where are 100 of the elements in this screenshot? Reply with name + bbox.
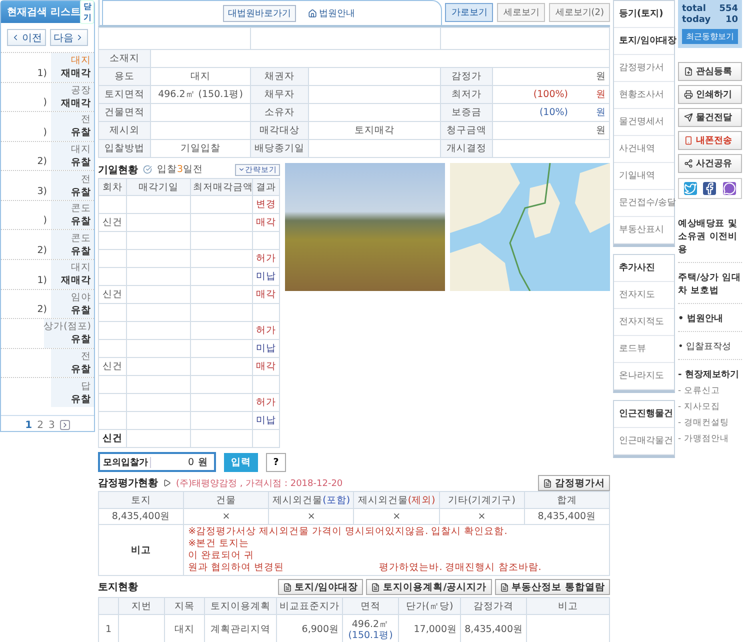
view-button[interactable]: 가로보기	[445, 3, 494, 22]
nav-link[interactable]: 물건명세서	[614, 109, 674, 136]
link-button[interactable]: 법원안내	[304, 6, 359, 20]
next-page-icon[interactable]	[60, 420, 70, 430]
case-number: 2)	[37, 304, 47, 316]
report-link[interactable]: - 오류신고	[678, 385, 742, 397]
side-link[interactable]: 예상배당표 및 소유권 이전비용	[678, 213, 742, 263]
unit-text: 원	[198, 456, 208, 468]
document-button[interactable]: 토지이용계획/공시지가	[366, 579, 492, 595]
nav-link[interactable]: 등기(토지)	[614, 1, 674, 28]
appraisal-doc-button[interactable]: 감정평가서	[538, 475, 610, 491]
table-cell: 배당종기일	[250, 140, 308, 158]
nav-link[interactable]: 온나라지도	[614, 363, 674, 390]
nav-link[interactable]: 사건내역	[614, 136, 674, 163]
nav-link[interactable]: 토지/임야대장	[614, 28, 674, 55]
action-button[interactable]: 인쇄하기	[678, 85, 742, 104]
document-button[interactable]: 부동산정보 통합열람	[494, 579, 610, 595]
table-cell: 대지	[164, 614, 204, 642]
case-number: )	[43, 97, 47, 108]
table-cell: 신건	[98, 286, 126, 304]
action-button[interactable]: 관심등록	[678, 62, 742, 81]
nav-link[interactable]: 전자지도	[614, 282, 674, 309]
table-cell: 기일입찰	[150, 140, 250, 158]
action-button[interactable]: 내폰전송	[678, 131, 742, 150]
search-result-item[interactable]: 답 유찰	[1, 377, 94, 407]
action-button[interactable]: 사건공유	[678, 154, 742, 173]
percent-text: (10%)	[539, 107, 568, 118]
search-result-item[interactable]: 전 유찰	[1, 348, 94, 378]
report-link[interactable]: - 지사모집	[678, 401, 742, 413]
view-button[interactable]: 세로보기(2)	[549, 3, 610, 22]
auction-status: 재매각	[61, 96, 91, 110]
side-link[interactable]: 주택/상가 임대차 보호법	[678, 267, 742, 304]
column-header: 매각기일	[126, 178, 190, 196]
help-button[interactable]: ?	[266, 452, 286, 472]
page-link[interactable]: 1	[25, 420, 32, 431]
recent-trends-button[interactable]: 최근동향보기	[682, 29, 738, 44]
property-type: 전	[81, 350, 91, 364]
side-link[interactable]: • 법원안내	[678, 308, 742, 332]
case-number: 1)	[37, 68, 47, 79]
table-cell: 6,900원	[276, 614, 342, 642]
search-result-item[interactable]: ) 콘도 유찰	[1, 200, 94, 230]
stat-value: 554	[719, 4, 738, 14]
nav-link[interactable]: 현황조사서	[614, 82, 674, 109]
previous-button[interactable]: 이전	[7, 29, 46, 46]
nav-link[interactable]: 기일내역	[614, 163, 674, 190]
next-button[interactable]: 다음	[50, 29, 88, 46]
close-button[interactable]: 닫기	[80, 0, 94, 24]
nav-link[interactable]: 전자지적도	[614, 309, 674, 336]
table-cell: 소유자	[250, 104, 308, 122]
property-type: 콘도	[71, 202, 91, 216]
document-icon	[500, 582, 509, 592]
chat-bubble-icon[interactable]	[722, 182, 736, 195]
link-button[interactable]: 대법원바로가기	[223, 4, 296, 22]
search-result-item[interactable]: 1) 대지 재매각	[1, 52, 94, 82]
search-result-item[interactable]: ) 전 유찰	[1, 111, 94, 141]
report-link[interactable]: - 가맹점안내	[678, 433, 742, 445]
printer-icon	[684, 90, 693, 99]
case-number: 1)	[37, 274, 47, 286]
bid-input-field[interactable]: 0	[150, 456, 196, 468]
nav-link[interactable]: 감정평가서	[614, 55, 674, 82]
document-icon	[371, 582, 380, 592]
search-result-item[interactable]: ) 공장 재매각	[1, 82, 94, 112]
table-cell: 감정가	[440, 68, 492, 86]
document-button[interactable]: 토지/임야대장	[278, 579, 364, 595]
remark-text: 원과 협의하여 변경된	[188, 562, 284, 574]
report-link[interactable]: - 경매컨설팅	[678, 417, 742, 429]
table-cell: 입찰방법	[98, 140, 150, 158]
check-circle-icon	[143, 165, 152, 174]
page-link[interactable]: 3	[48, 420, 55, 431]
column-header: 면적	[342, 598, 398, 614]
table-cell: 토지매각	[308, 122, 440, 140]
column-header: 합계	[524, 492, 610, 508]
nav-link[interactable]: 인근매각물건	[614, 428, 674, 455]
nav-link[interactable]: 인근진행물건	[614, 401, 674, 428]
column-header: 지목	[164, 598, 204, 614]
facebook-icon[interactable]	[703, 182, 716, 195]
page-link[interactable]: 2	[37, 420, 44, 431]
side-link[interactable]: • 입찰표작성	[678, 336, 742, 360]
unit-text: 원	[596, 107, 606, 118]
property-type: 답	[81, 380, 91, 393]
nav-link[interactable]: 로드뷰	[614, 336, 674, 363]
twitter-icon[interactable]	[684, 182, 698, 195]
column-header: 회차	[98, 178, 126, 196]
search-result-item[interactable]: 2) 대지 유찰	[1, 140, 94, 170]
search-result-item[interactable]: 2) 임야 유찰	[1, 288, 94, 318]
search-result-item[interactable]: 상가(점포) 유찰	[1, 318, 94, 348]
nav-link[interactable]: 추가사진	[614, 255, 674, 282]
search-result-item[interactable]: 3) 전 유찰	[1, 170, 94, 200]
table-cell: 비고	[98, 524, 184, 576]
action-button[interactable]: 물건전달	[678, 108, 742, 127]
table-cell: 보증금	[440, 104, 492, 122]
search-result-item[interactable]: 2) 콘도 유찰	[1, 229, 94, 260]
remark-text: ※감정평가서상 제시외건물 가격이 명시되어있지않음. 입찰시 확인요함.	[188, 526, 508, 538]
search-result-item[interactable]: 1) 대지 재매각	[1, 259, 94, 289]
table-cell: 미납	[252, 268, 280, 286]
nav-link[interactable]: 부동산표시	[614, 217, 674, 244]
table-cell: 신건	[98, 430, 126, 448]
nav-link[interactable]: 문건접수/송달	[614, 190, 674, 217]
view-button[interactable]: 세로보기	[497, 3, 546, 22]
table-cell: 제시외	[98, 122, 150, 140]
